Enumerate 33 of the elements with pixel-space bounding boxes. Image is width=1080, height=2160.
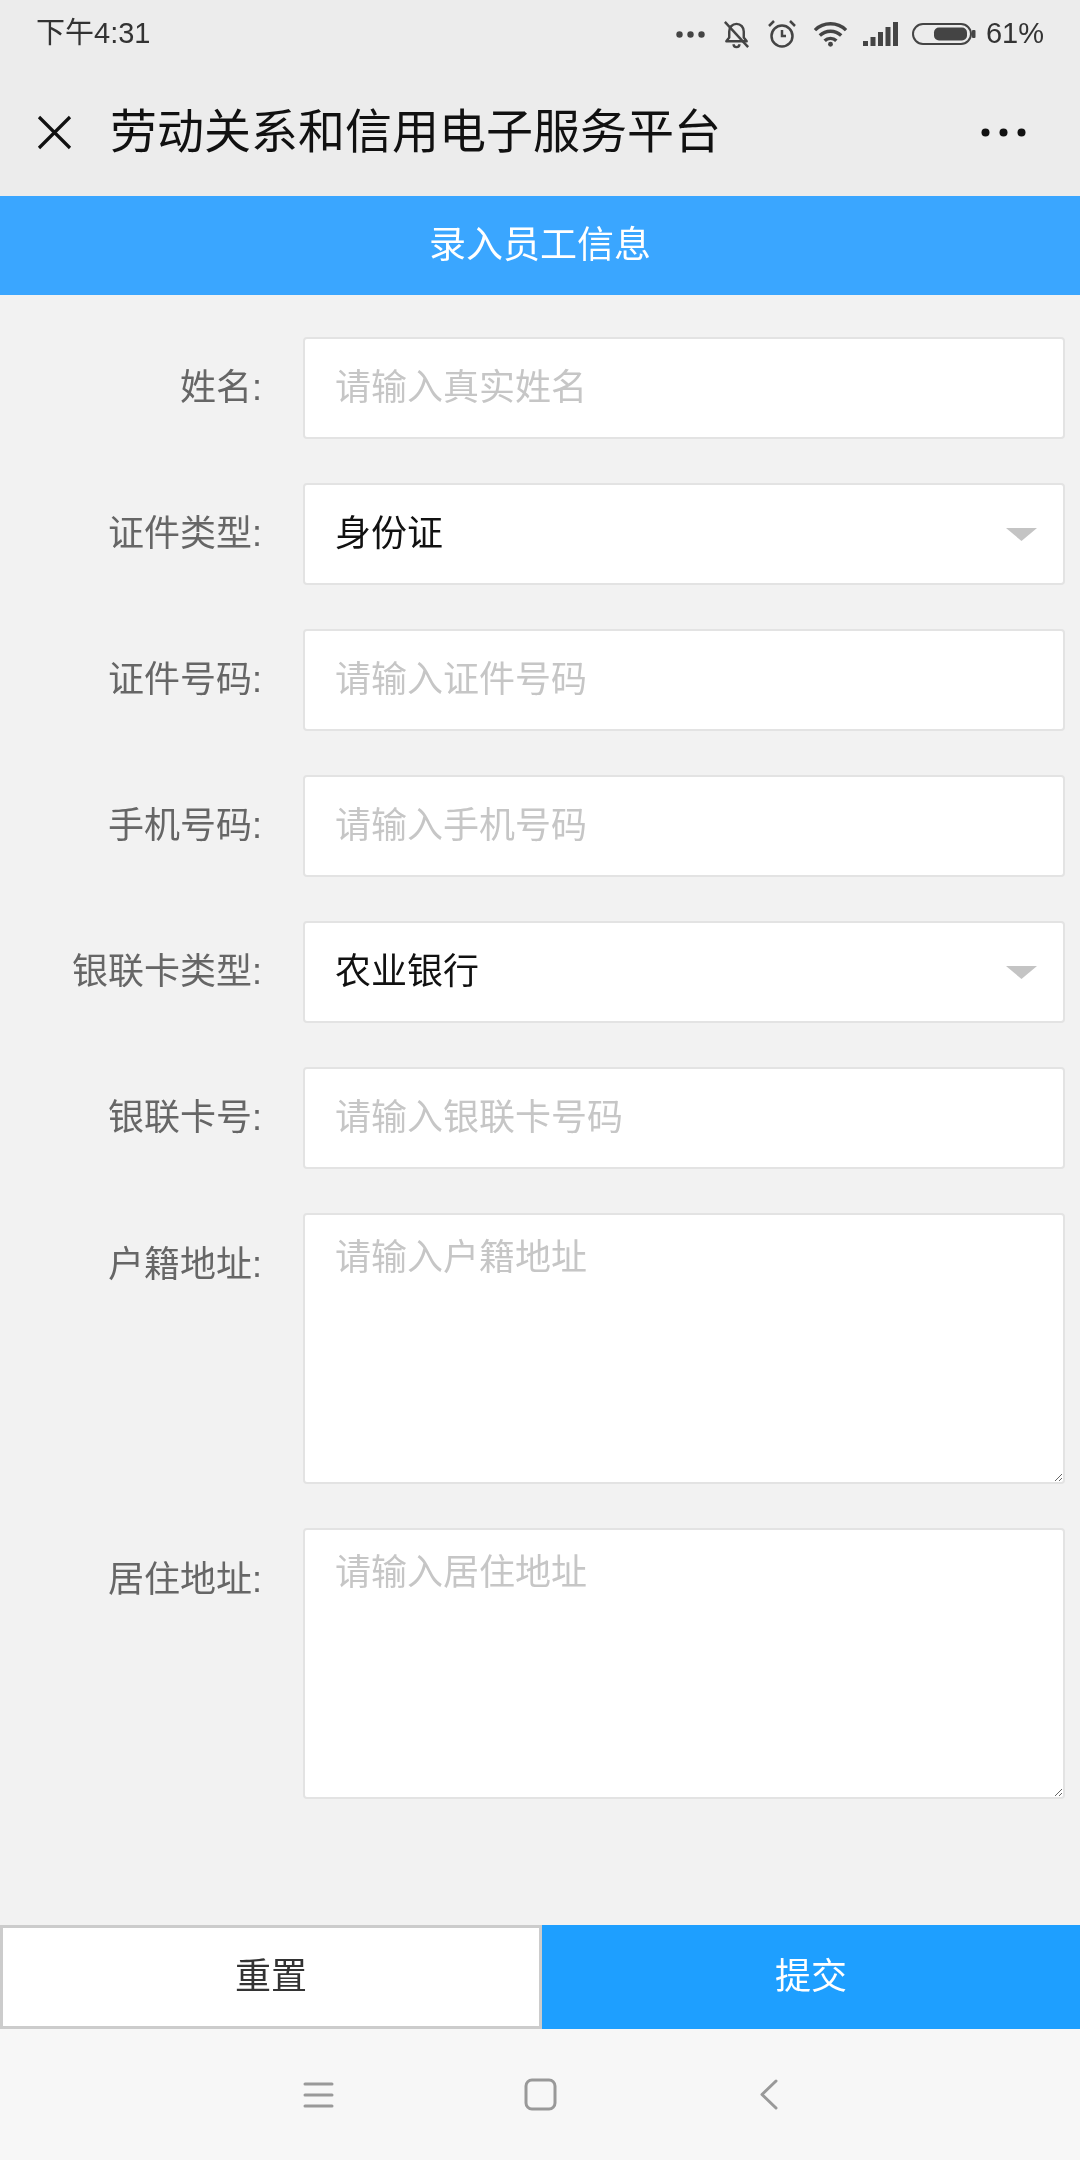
wifi-icon bbox=[812, 21, 848, 47]
input-field[interactable]: 请输入真实姓名 bbox=[303, 337, 1065, 439]
field-label: 居住地址: bbox=[108, 1558, 262, 1602]
alarm-clock-icon bbox=[766, 19, 797, 49]
field-label: 银联卡类型: bbox=[72, 950, 262, 994]
close-icon[interactable] bbox=[37, 114, 72, 150]
notification-dots-icon bbox=[675, 30, 705, 38]
field-label: 户籍地址: bbox=[108, 1243, 262, 1287]
back-icon[interactable] bbox=[759, 2079, 778, 2110]
banner-title: 录入员工信息 bbox=[429, 223, 651, 268]
status-time: 下午4:31 bbox=[36, 16, 151, 52]
signal-icon bbox=[862, 22, 898, 46]
battery-percentage: 61% bbox=[985, 16, 1044, 52]
field-label: 证件类型: bbox=[108, 512, 262, 556]
select-field[interactable]: 农业银行 bbox=[303, 921, 1065, 1023]
menu-icon[interactable] bbox=[303, 2081, 334, 2108]
field-label: 证件号码: bbox=[108, 658, 262, 702]
caret-icon bbox=[1006, 527, 1037, 541]
input-field[interactable]: 请输入证件号码 bbox=[303, 629, 1065, 731]
reset-button[interactable]: 重置 bbox=[0, 1925, 542, 2029]
page-title: 劳动关系和信用电子服务平台 bbox=[110, 103, 721, 160]
input-field[interactable]: 请输入银联卡号码 bbox=[303, 1067, 1065, 1169]
caret-icon bbox=[1006, 965, 1037, 979]
field-label: 手机号码: bbox=[108, 804, 262, 848]
textarea-field[interactable]: 请输入户籍地址 bbox=[303, 1213, 1065, 1484]
home-icon[interactable] bbox=[524, 2078, 557, 2111]
input-field[interactable]: 请输入手机号码 bbox=[303, 775, 1065, 877]
textarea-field[interactable]: 请输入居住地址 bbox=[303, 1528, 1065, 1799]
field-label: 姓名: bbox=[180, 366, 262, 410]
select-field[interactable]: 身份证 bbox=[303, 483, 1065, 585]
field-label: 银联卡号: bbox=[108, 1096, 262, 1140]
more-icon[interactable] bbox=[981, 127, 1026, 137]
battery-icon bbox=[911, 23, 976, 45]
